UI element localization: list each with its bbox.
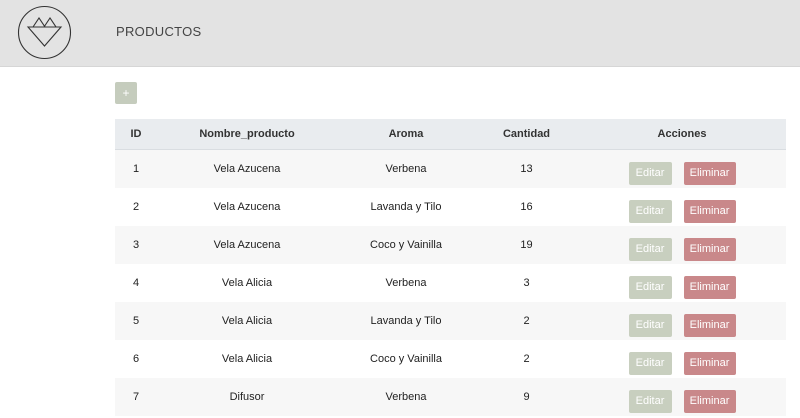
- table-row: 1 Vela Azucena Verbena 13 Editar Eliminar: [115, 149, 786, 189]
- cell-actions: Editar Eliminar: [578, 340, 786, 378]
- table-row: 4 Vela Alicia Verbena 3 Editar Eliminar: [115, 264, 786, 302]
- add-product-button[interactable]: +: [115, 82, 137, 104]
- cell-quantity: 3: [523, 277, 530, 289]
- cell-quantity: 19: [520, 239, 533, 251]
- table-row: 2 Vela Azucena Lavanda y Tilo 16 Editar Elimi…: [115, 188, 786, 226]
- cell-id: 7: [132, 391, 140, 403]
- row-actions: Editar Eliminar: [578, 199, 786, 223]
- column-header-quantity: Cantidad: [475, 119, 578, 150]
- cell-id: 4: [132, 277, 140, 289]
- table-row: 3 Vela Azucena Coco y Vainilla 19 Editar Elim…: [115, 226, 786, 264]
- cell-aroma: Verbena: [385, 391, 427, 403]
- row-actions: Editar Eliminar: [578, 389, 786, 413]
- column-header-actions: Acciones: [578, 119, 786, 150]
- app-header: PRODUCTOS: [0, 0, 800, 67]
- cell-aroma: Verbena: [385, 163, 427, 175]
- delete-button[interactable]: Eliminar: [683, 275, 736, 299]
- cell-quantity: 2: [523, 315, 530, 327]
- column-header-name: Nombre_producto: [157, 119, 337, 150]
- logo-icon[interactable]: [17, 5, 72, 60]
- cell-actions: Editar Eliminar: [578, 302, 786, 340]
- cell-id: 6: [132, 353, 140, 365]
- table-row: 5 Vela Alicia Lavanda y Tilo 2 Editar Elimina…: [115, 302, 786, 340]
- edit-button[interactable]: Editar: [628, 313, 672, 337]
- row-actions: Editar Eliminar: [578, 237, 786, 261]
- table-row: 6 Vela Alicia Coco y Vainilla 2 Editar Elimin…: [115, 340, 786, 378]
- cell-id: 2: [132, 201, 140, 213]
- delete-button[interactable]: Eliminar: [683, 313, 736, 337]
- page-title: PRODUCTOS: [116, 24, 202, 39]
- cell-product-name: Vela Alicia: [221, 315, 273, 327]
- table-row: 7 Difusor Verbena 9 Editar Eliminar: [115, 378, 786, 416]
- cell-actions: Editar Eliminar: [578, 150, 786, 189]
- edit-button[interactable]: Editar: [628, 351, 672, 375]
- row-actions: Editar Eliminar: [578, 313, 786, 337]
- cell-id: 3: [132, 239, 140, 251]
- cell-quantity: 9: [523, 391, 530, 403]
- cell-product-name: Vela Alicia: [221, 277, 273, 289]
- column-header-id: ID: [115, 119, 157, 150]
- cell-product-name: Vela Azucena: [213, 239, 281, 251]
- cell-aroma: Lavanda y Tilo: [370, 201, 442, 213]
- delete-button[interactable]: Eliminar: [683, 199, 736, 223]
- edit-button[interactable]: Editar: [628, 161, 672, 185]
- edit-button[interactable]: Editar: [628, 389, 672, 413]
- cell-quantity: 16: [520, 201, 533, 213]
- cell-aroma: Verbena: [385, 277, 427, 289]
- cell-actions: Editar Eliminar: [578, 188, 786, 226]
- products-table: ID Nombre_producto Aroma Cantidad Accion…: [115, 119, 786, 416]
- delete-button[interactable]: Eliminar: [683, 351, 736, 375]
- delete-button[interactable]: Eliminar: [683, 389, 736, 413]
- table-header-row: ID Nombre_producto Aroma Cantidad Accion…: [115, 119, 786, 150]
- cell-actions: Editar Eliminar: [578, 378, 786, 416]
- cell-product-name: Vela Azucena: [213, 201, 281, 213]
- edit-button[interactable]: Editar: [628, 237, 672, 261]
- row-actions: Editar Eliminar: [578, 161, 786, 185]
- cell-aroma: Coco y Vainilla: [370, 353, 442, 365]
- cell-product-name: Vela Alicia: [221, 353, 273, 365]
- cell-actions: Editar Eliminar: [578, 264, 786, 302]
- cell-aroma: Coco y Vainilla: [370, 239, 442, 251]
- row-actions: Editar Eliminar: [578, 275, 786, 299]
- cell-aroma: Lavanda y Tilo: [370, 315, 442, 327]
- cell-product-name: Vela Azucena: [213, 163, 281, 175]
- cell-quantity: 2: [523, 353, 530, 365]
- cell-id: 5: [132, 315, 140, 327]
- cell-id: 1: [132, 163, 140, 175]
- column-header-aroma: Aroma: [337, 119, 475, 150]
- cell-quantity: 13: [520, 163, 533, 175]
- cell-actions: Editar Eliminar: [578, 226, 786, 264]
- delete-button[interactable]: Eliminar: [683, 161, 736, 185]
- edit-button[interactable]: Editar: [628, 199, 672, 223]
- cell-product-name: Difusor: [229, 391, 265, 403]
- edit-button[interactable]: Editar: [628, 275, 672, 299]
- delete-button[interactable]: Eliminar: [683, 237, 736, 261]
- row-actions: Editar Eliminar: [578, 351, 786, 375]
